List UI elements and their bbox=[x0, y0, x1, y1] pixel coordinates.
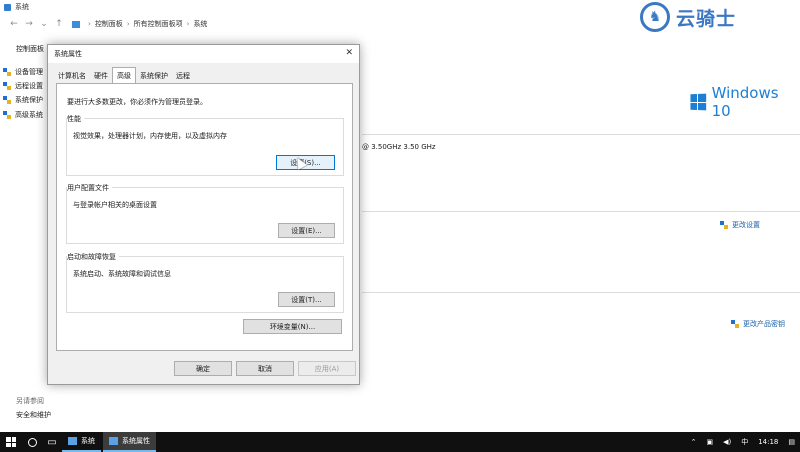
shield-icon bbox=[3, 95, 12, 105]
environment-variables-button[interactable]: 环境变量(N)... bbox=[243, 319, 342, 334]
chevron-up-icon[interactable]: ⌃ bbox=[691, 438, 697, 446]
see-also-heading: 另请参阅 bbox=[16, 397, 44, 405]
address-bar[interactable]: › 控制面板 › 所有控制面板项 › 系统 bbox=[72, 17, 207, 31]
remote-settings-link[interactable]: 远程设置 bbox=[3, 81, 43, 91]
watermark-text: 云骑士 bbox=[676, 7, 737, 30]
advanced-settings-link[interactable]: 高级系统 bbox=[3, 110, 43, 120]
admin-note: 要进行大多数更改，你必须作为管理员登录。 bbox=[67, 98, 207, 106]
tab-computer-name[interactable]: 计算机名 bbox=[54, 69, 90, 83]
breadcrumb-all-items[interactable]: 所有控制面板项 bbox=[134, 19, 183, 29]
section-divider bbox=[362, 211, 800, 212]
watermark-logo: ♞ 云骑士 bbox=[640, 2, 736, 32]
shield-icon bbox=[720, 220, 729, 230]
back-arrow-icon[interactable]: ← bbox=[8, 18, 20, 30]
processor-info: @ 3.50GHz 3.50 GHz bbox=[362, 143, 436, 151]
windows-start-icon bbox=[6, 437, 16, 447]
control-panel-home-link[interactable]: 控制面板 bbox=[16, 44, 44, 54]
startup-recovery-description: 系统启动、系统故障和调试信息 bbox=[73, 270, 171, 278]
taskbar-app-system[interactable]: 系统 bbox=[62, 432, 101, 452]
windows-logo: Windows 10 bbox=[690, 84, 800, 120]
taskbar: ▭ 系统 系统属性 ⌃ ▣ ◀) 中 14:18 ▤ bbox=[0, 432, 800, 452]
search-button[interactable] bbox=[22, 432, 42, 452]
close-icon[interactable]: ✕ bbox=[345, 48, 353, 58]
side-link-label: 系统保护 bbox=[15, 96, 43, 104]
apply-button[interactable]: 应用(A) bbox=[298, 361, 356, 376]
input-language[interactable]: 中 bbox=[741, 437, 748, 447]
side-link-label: 远程设置 bbox=[15, 82, 43, 90]
breadcrumb-separator-icon: › bbox=[126, 20, 130, 28]
side-link-label: 高级系统 bbox=[15, 111, 43, 119]
startup-recovery-settings-button[interactable]: 设置(T)... bbox=[278, 292, 335, 307]
task-view-button[interactable]: ▭ bbox=[42, 432, 62, 452]
change-product-key-link[interactable]: 更改产品密钥 bbox=[731, 319, 785, 329]
shield-icon bbox=[3, 110, 12, 120]
system-protection-link[interactable]: 系统保护 bbox=[3, 95, 43, 105]
ok-button[interactable]: 确定 bbox=[174, 361, 232, 376]
start-button[interactable] bbox=[0, 432, 22, 452]
security-maintenance-link[interactable]: 安全和维护 bbox=[16, 410, 51, 420]
device-manager-link[interactable]: 设备管理 bbox=[3, 67, 43, 77]
side-link-label: 设备管理 bbox=[15, 68, 43, 76]
user-profiles-description: 与登录帐户相关的桌面设置 bbox=[73, 201, 157, 209]
clock[interactable]: 14:18 bbox=[758, 438, 778, 446]
cortana-circle-icon bbox=[27, 437, 37, 447]
up-arrow-icon[interactable]: ↑ bbox=[53, 18, 65, 30]
system-tray: ⌃ ▣ ◀) 中 14:18 ▤ bbox=[686, 432, 800, 452]
task-view-icon: ▭ bbox=[47, 436, 57, 448]
system-properties-dialog: 系统属性 ✕ 计算机名 硬件 高级 系统保护 远程 要进行大多数更改，你必须作为… bbox=[47, 44, 360, 385]
section-divider bbox=[362, 292, 800, 293]
chevron-down-icon[interactable]: ⌄ bbox=[38, 18, 50, 30]
breadcrumb-separator-icon: › bbox=[88, 20, 91, 28]
tab-advanced[interactable]: 高级 bbox=[112, 67, 136, 83]
section-divider bbox=[362, 134, 800, 135]
shield-icon bbox=[3, 81, 12, 91]
taskbar-app-label: 系统 bbox=[81, 437, 95, 445]
tab-system-protection[interactable]: 系统保护 bbox=[136, 69, 172, 83]
change-settings-label: 更改设置 bbox=[732, 221, 760, 229]
system-properties-icon bbox=[109, 437, 118, 445]
user-profiles-label: 用户配置文件 bbox=[67, 183, 112, 193]
shield-icon bbox=[3, 67, 12, 77]
performance-description: 视觉效果，处理器计划，内存使用，以及虚拟内存 bbox=[73, 132, 227, 140]
shield-icon bbox=[731, 319, 740, 329]
taskbar-app-system-properties[interactable]: 系统属性 bbox=[103, 432, 156, 452]
network-icon[interactable]: ▣ bbox=[706, 438, 713, 446]
system-icon bbox=[4, 3, 11, 11]
notification-icon[interactable]: ▤ bbox=[788, 438, 795, 446]
forward-arrow-icon[interactable]: → bbox=[23, 18, 35, 30]
startup-recovery-group: 启动和故障恢复 系统启动、系统故障和调试信息 设置(T)... bbox=[66, 252, 344, 313]
tab-remote[interactable]: 远程 bbox=[172, 69, 194, 83]
breadcrumb-control-panel[interactable]: 控制面板 bbox=[95, 19, 123, 29]
windows-flag-icon bbox=[690, 93, 706, 111]
breadcrumb-system[interactable]: 系统 bbox=[193, 19, 207, 29]
change-settings-link[interactable]: 更改设置 bbox=[720, 220, 760, 230]
advanced-tab-panel: 要进行大多数更改，你必须作为管理员登录。 性能 视觉效果，处理器计划，内存使用，… bbox=[56, 83, 353, 351]
system-icon bbox=[68, 437, 77, 445]
taskbar-app-label: 系统属性 bbox=[122, 437, 150, 445]
windows-logo-text: Windows 10 bbox=[711, 84, 779, 120]
change-product-key-label: 更改产品密钥 bbox=[743, 320, 785, 328]
dialog-titlebar[interactable]: 系统属性 ✕ bbox=[48, 45, 359, 63]
control-panel-icon bbox=[72, 20, 80, 28]
system-window-title: 系统 bbox=[15, 3, 29, 11]
knight-icon: ♞ bbox=[640, 2, 670, 32]
tab-hardware[interactable]: 硬件 bbox=[90, 69, 112, 83]
breadcrumb-separator-icon: › bbox=[186, 20, 190, 28]
cancel-button[interactable]: 取消 bbox=[236, 361, 294, 376]
performance-label: 性能 bbox=[67, 114, 84, 124]
volume-icon[interactable]: ◀) bbox=[723, 438, 731, 446]
startup-recovery-label: 启动和故障恢复 bbox=[67, 252, 119, 262]
user-profiles-group: 用户配置文件 与登录帐户相关的桌面设置 设置(E)... bbox=[66, 183, 344, 244]
tab-strip: 计算机名 硬件 高级 系统保护 远程 bbox=[54, 67, 194, 83]
user-profiles-settings-button[interactable]: 设置(E)... bbox=[278, 223, 335, 238]
dialog-title: 系统属性 bbox=[54, 50, 82, 58]
